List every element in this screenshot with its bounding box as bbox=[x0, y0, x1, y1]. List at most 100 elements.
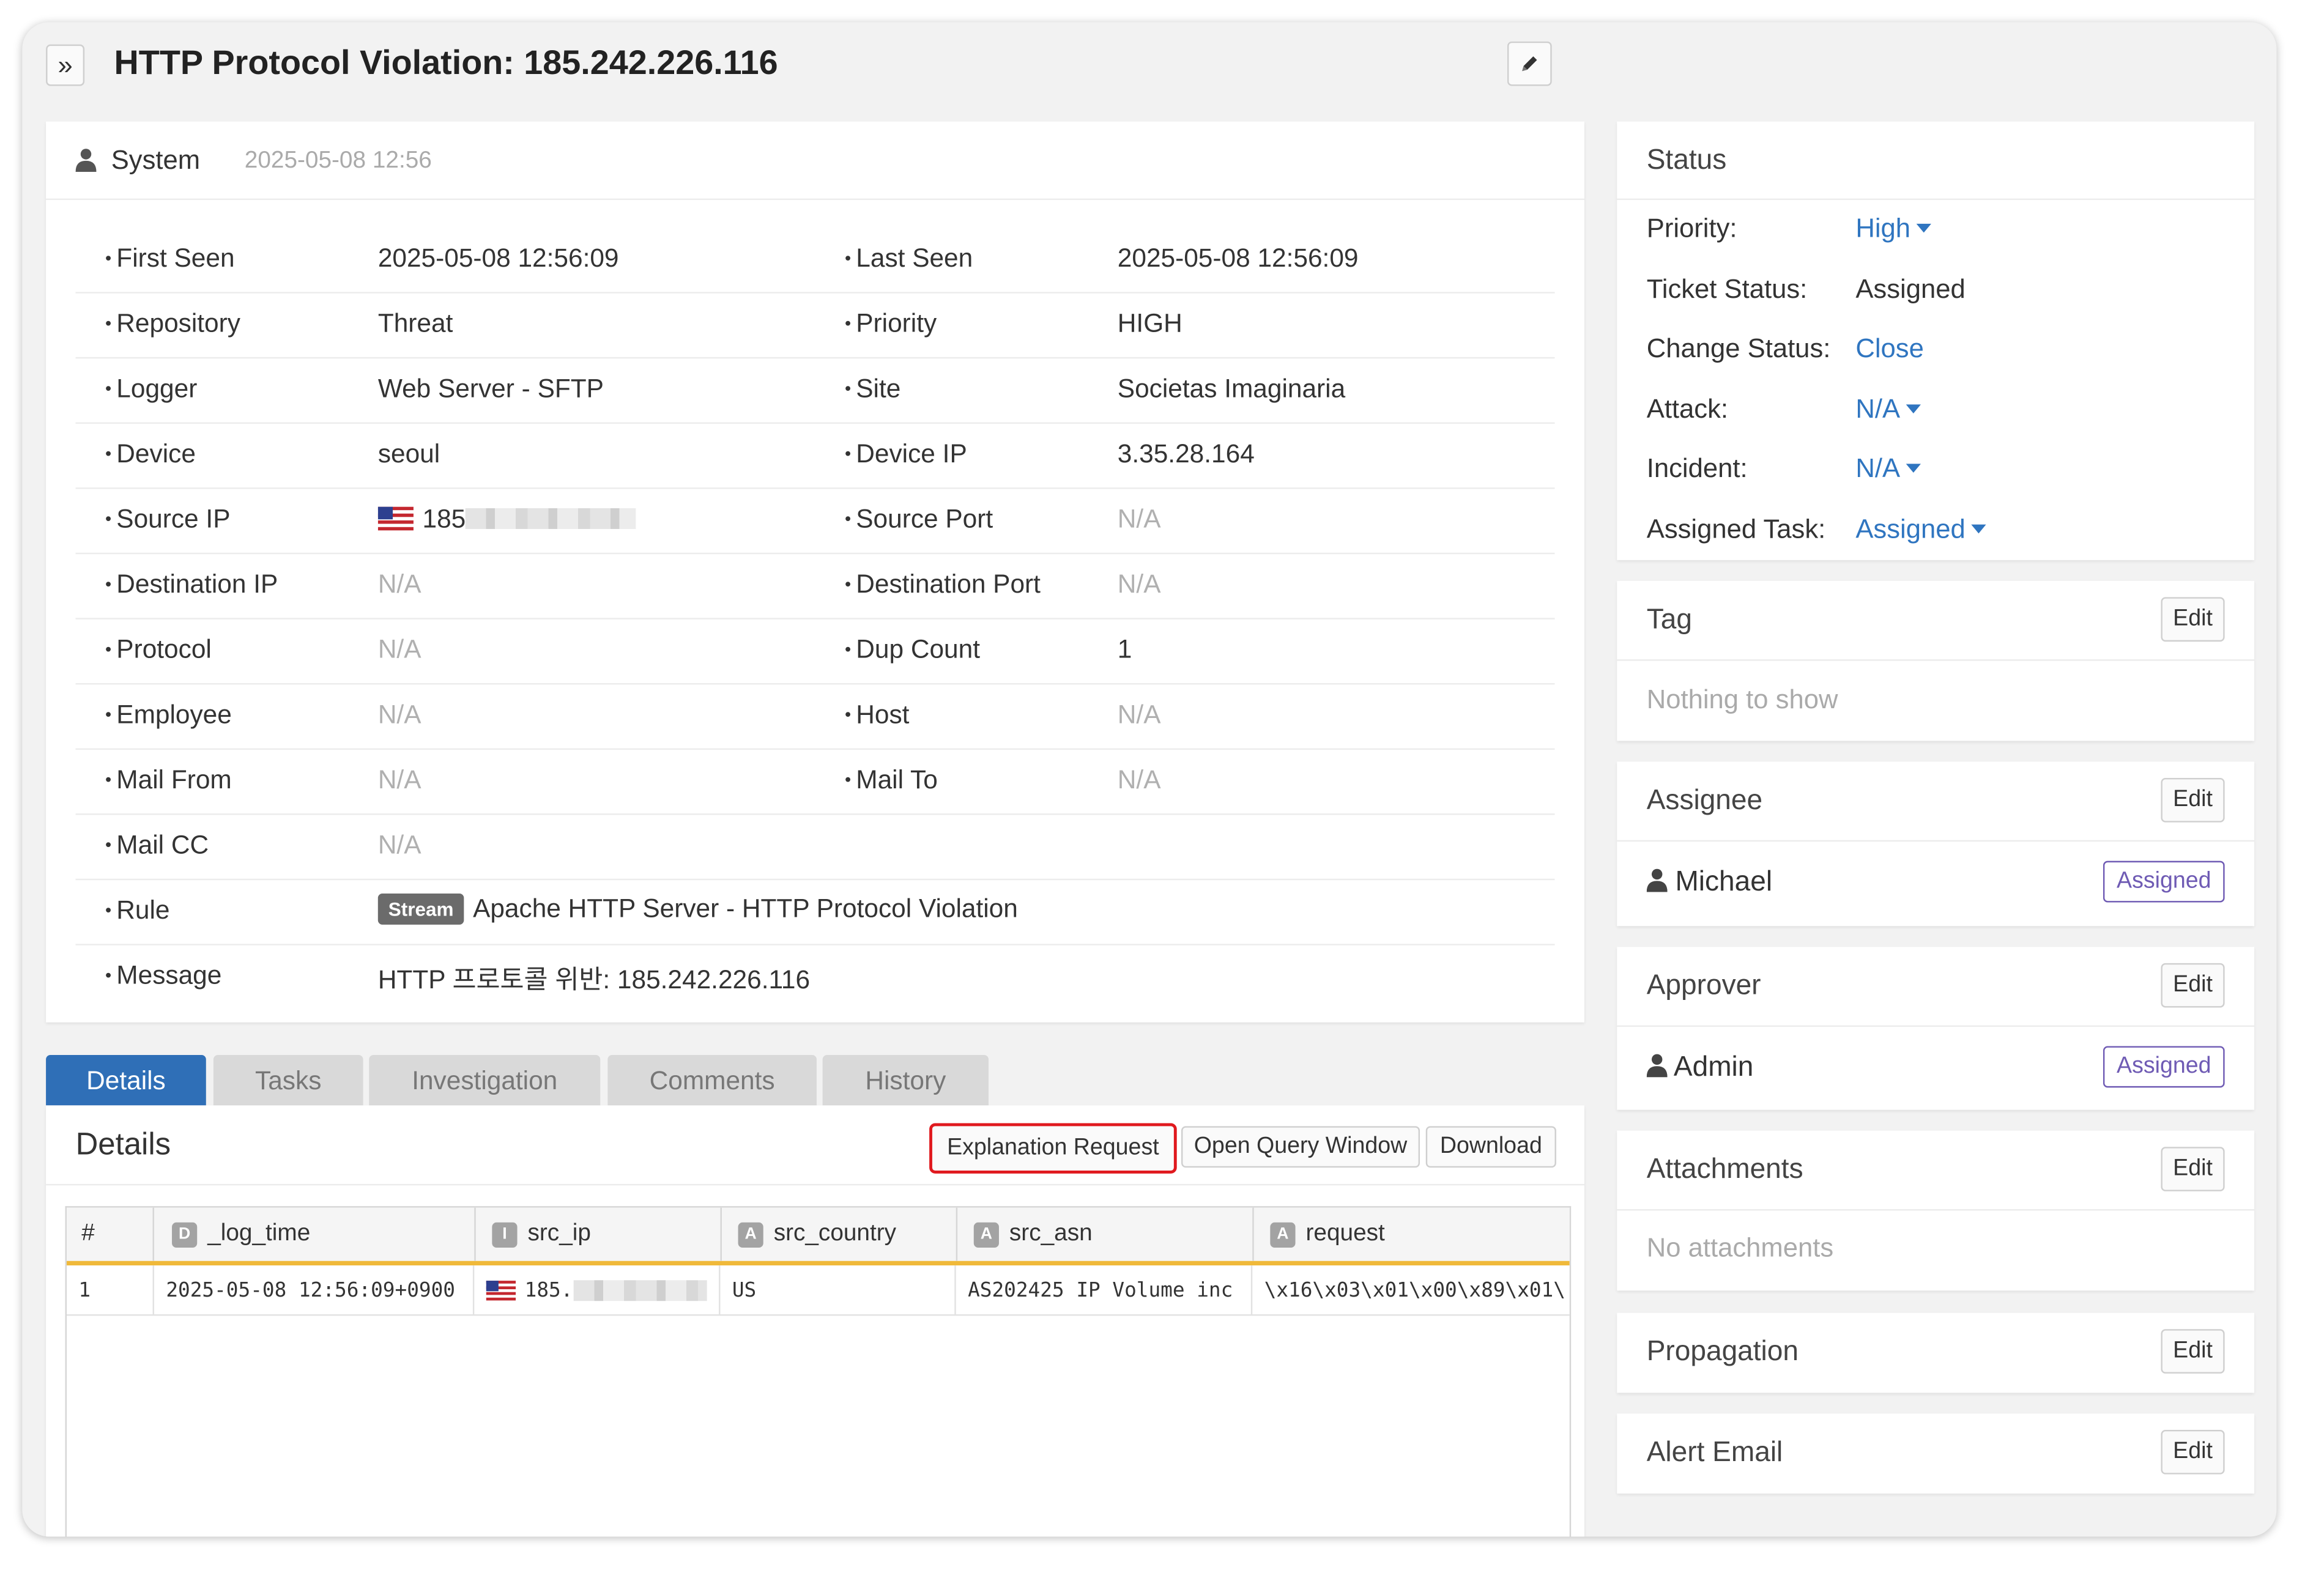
field-value: N/A bbox=[377, 764, 421, 794]
field-value: Threat bbox=[377, 308, 453, 338]
double-chevron-right-icon: » bbox=[58, 50, 73, 80]
user-icon bbox=[75, 149, 97, 172]
tab-comments[interactable]: Comments bbox=[607, 1055, 817, 1106]
page-title: HTTP Protocol Violation: 185.242.226.116 bbox=[114, 43, 778, 82]
column-name: request bbox=[1305, 1221, 1385, 1246]
download-button[interactable]: Download bbox=[1425, 1126, 1556, 1168]
status-label: Ticket Status: bbox=[1646, 274, 1808, 304]
status-card: Status Priority: High Ticket Status: Ass… bbox=[1617, 121, 2255, 560]
string-type-icon: A bbox=[1270, 1221, 1296, 1247]
assignee-edit-button[interactable]: Edit bbox=[2161, 777, 2225, 823]
field-label: Destination Port bbox=[845, 569, 1041, 600]
field-label: Logger bbox=[105, 374, 197, 405]
field-label: Device IP bbox=[845, 439, 967, 470]
redacted-blur bbox=[466, 508, 636, 529]
tab-tasks[interactable]: Tasks bbox=[213, 1055, 363, 1106]
column-header[interactable]: # bbox=[67, 1207, 154, 1261]
field-value: HTTP 프로토콜 위반: 185.242.226.116 bbox=[377, 964, 811, 994]
field-label: Source IP bbox=[105, 504, 230, 535]
field-label: Mail To bbox=[845, 764, 938, 796]
assignee-name: Michael bbox=[1675, 867, 1773, 898]
date-type-icon: D bbox=[172, 1221, 198, 1247]
caret-down-icon bbox=[1906, 404, 1921, 413]
table-cell[interactable]: 185. bbox=[474, 1265, 721, 1315]
field-value: N/A bbox=[377, 634, 421, 664]
tab-details[interactable]: Details bbox=[46, 1055, 206, 1106]
assigned-badge: Assigned bbox=[2103, 1046, 2225, 1088]
attack-dropdown[interactable]: N/A bbox=[1855, 394, 1921, 425]
priority-value: High bbox=[1855, 213, 1911, 243]
assignee-title: Assignee bbox=[1646, 785, 1763, 816]
assigned-task-dropdown[interactable]: Assigned bbox=[1855, 514, 1986, 546]
column-name: # bbox=[81, 1221, 95, 1246]
alert-email-edit-button[interactable]: Edit bbox=[2161, 1430, 2225, 1475]
field-label: Last Seen bbox=[845, 243, 973, 274]
status-label: Assigned Task: bbox=[1646, 514, 1826, 544]
column-name: src_country bbox=[773, 1221, 897, 1246]
caret-down-icon bbox=[1916, 223, 1931, 233]
field-row: Device seoul Device IP 3.35.28.164 bbox=[75, 422, 1555, 489]
field-row: Protocol N/A Dup Count 1 bbox=[75, 618, 1555, 685]
approver-user: Admin bbox=[1646, 1052, 1753, 1084]
incident-dropdown[interactable]: N/A bbox=[1855, 453, 1921, 484]
table-cell[interactable]: \x16\x03\x01\x00\x89\x01\ bbox=[1252, 1265, 1569, 1314]
field-value: N/A bbox=[1117, 569, 1161, 599]
propagation-edit-button[interactable]: Edit bbox=[2161, 1329, 2225, 1374]
column-header[interactable]: Arequest bbox=[1252, 1208, 1569, 1261]
status-label: Change Status: bbox=[1646, 333, 1831, 363]
pencil-icon bbox=[1522, 56, 1537, 72]
open-query-window-button[interactable]: Open Query Window bbox=[1181, 1126, 1420, 1168]
edit-title-button[interactable] bbox=[1507, 41, 1552, 86]
field-label: Dup Count bbox=[845, 634, 980, 665]
tag-title: Tag bbox=[1646, 604, 1692, 636]
tab-investigation[interactable]: Investigation bbox=[369, 1055, 601, 1106]
field-value: N/A bbox=[1117, 503, 1161, 534]
table-cell[interactable]: US bbox=[720, 1265, 956, 1315]
field-value: N/A bbox=[1117, 764, 1161, 794]
table-cell[interactable]: 1 bbox=[67, 1265, 154, 1315]
attachments-edit-button[interactable]: Edit bbox=[2161, 1147, 2225, 1191]
ticket-status-value: Assigned bbox=[1855, 274, 1966, 304]
meta-header: System 2025-05-08 12:56 bbox=[46, 122, 1584, 201]
field-label: Mail From bbox=[105, 764, 231, 796]
priority-dropdown[interactable]: High bbox=[1855, 213, 1931, 245]
tag-card: Tag Edit Nothing to show bbox=[1617, 580, 2255, 741]
incident-value: N/A bbox=[1855, 453, 1901, 483]
results-table: # D _log_time Isrc_ip Asrc_country Asrc_a… bbox=[65, 1206, 1572, 1537]
field-value: seoul bbox=[377, 439, 440, 468]
field-label: Destination IP bbox=[105, 569, 278, 600]
field-label: Rule bbox=[105, 895, 169, 926]
divider bbox=[46, 1183, 1584, 1186]
field-row: Repository Threat Priority HIGH bbox=[75, 292, 1555, 359]
column-header[interactable]: Isrc_ip bbox=[474, 1207, 722, 1261]
string-type-icon: A bbox=[738, 1221, 763, 1247]
row-divider bbox=[67, 1314, 1570, 1316]
field-value: 2025-05-08 12:56:09 bbox=[377, 243, 619, 273]
field-row: Source IP 185 Source Port N/A bbox=[75, 487, 1555, 555]
tab-history[interactable]: History bbox=[822, 1055, 989, 1106]
expand-panel-button[interactable]: » bbox=[46, 44, 85, 86]
explanation-request-button[interactable]: Explanation Request bbox=[929, 1123, 1177, 1174]
alert-email-title: Alert Email bbox=[1646, 1437, 1783, 1468]
ticket-meta-card: System 2025-05-08 12:56 First Seen 2025-… bbox=[46, 121, 1584, 1023]
string-type-icon: A bbox=[973, 1221, 999, 1247]
rule-name[interactable]: Apache HTTP Server - HTTP Protocol Viola… bbox=[473, 894, 1018, 923]
us-flag-icon bbox=[486, 1279, 516, 1300]
column-header[interactable]: Asrc_asn bbox=[956, 1207, 1254, 1261]
field-row: First Seen 2025-05-08 12:56:09 Last Seen… bbox=[75, 227, 1555, 294]
field-value: 2025-05-08 12:56:09 bbox=[1117, 243, 1359, 273]
assigned-badge: Assigned bbox=[2103, 860, 2225, 903]
assignee-header: Assignee Edit bbox=[1617, 761, 2255, 842]
field-row: Logger Web Server - SFTP Site Societas I… bbox=[75, 357, 1555, 424]
field-value: Web Server - SFTP bbox=[377, 373, 604, 404]
ticket-window: » HTTP Protocol Violation: 185.242.226.1… bbox=[22, 22, 2277, 1537]
assignee-user: Michael bbox=[1646, 867, 1773, 899]
status-header: Status bbox=[1617, 122, 2255, 201]
table-cell[interactable]: 2025-05-08 12:56:09+0900 bbox=[154, 1265, 475, 1315]
tag-edit-button[interactable]: Edit bbox=[2161, 597, 2225, 642]
approver-edit-button[interactable]: Edit bbox=[2161, 963, 2225, 1008]
column-header[interactable]: D _log_time bbox=[154, 1207, 476, 1261]
table-cell[interactable]: AS202425 IP Volume inc bbox=[956, 1265, 1253, 1315]
column-header[interactable]: Asrc_country bbox=[720, 1207, 958, 1261]
close-status-link[interactable]: Close bbox=[1855, 333, 1924, 365]
